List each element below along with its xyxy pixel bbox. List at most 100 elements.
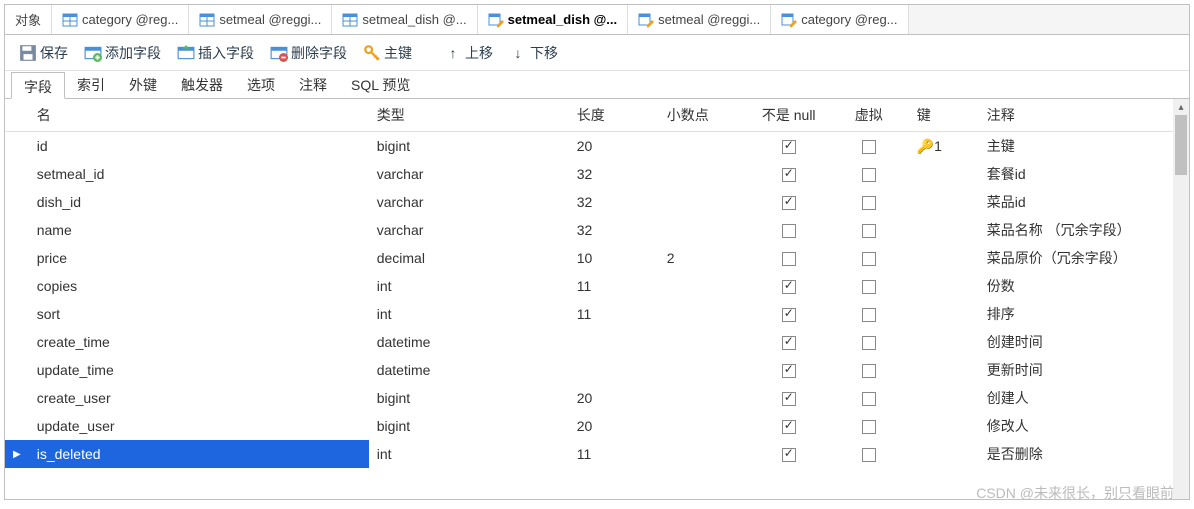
cell-notnull[interactable] — [749, 132, 829, 161]
table-row[interactable]: sortint11 排序 — [5, 300, 1189, 328]
cell-notnull[interactable] — [749, 244, 829, 272]
cell-type[interactable]: bigint — [369, 384, 569, 412]
cell-virtual[interactable] — [829, 216, 909, 244]
cell-name[interactable]: is_deleted — [29, 440, 369, 468]
checkbox[interactable] — [862, 168, 876, 182]
cell-comment[interactable]: 修改人 — [979, 412, 1189, 440]
move-up-button[interactable]: ↑上移 — [438, 40, 499, 66]
designer-tab[interactable]: 字段 — [11, 72, 65, 99]
cell-virtual[interactable] — [829, 356, 909, 384]
cell-length[interactable]: 20 — [569, 412, 659, 440]
cell-comment[interactable]: 创建人 — [979, 384, 1189, 412]
cell-length[interactable]: 11 — [569, 272, 659, 300]
checkbox[interactable] — [862, 392, 876, 406]
cell-length[interactable]: 20 — [569, 384, 659, 412]
checkbox[interactable] — [782, 364, 796, 378]
editor-tab[interactable]: setmeal @reggi... — [189, 5, 332, 34]
cell-decimal[interactable] — [659, 300, 749, 328]
cell-decimal[interactable] — [659, 356, 749, 384]
col-notnull[interactable]: 不是 null — [749, 99, 829, 132]
cell-comment[interactable]: 排序 — [979, 300, 1189, 328]
cell-notnull[interactable] — [749, 188, 829, 216]
cell-key[interactable] — [909, 300, 979, 328]
checkbox[interactable] — [782, 168, 796, 182]
checkbox[interactable] — [862, 308, 876, 322]
cell-virtual[interactable] — [829, 272, 909, 300]
cell-virtual[interactable] — [829, 244, 909, 272]
designer-tab[interactable]: 索引 — [65, 71, 117, 98]
cell-length[interactable]: 32 — [569, 160, 659, 188]
cell-key[interactable] — [909, 328, 979, 356]
cell-comment[interactable]: 菜品名称 （冗余字段） — [979, 216, 1189, 244]
cell-decimal[interactable] — [659, 188, 749, 216]
editor-tab[interactable]: category @reg... — [771, 5, 908, 34]
cell-virtual[interactable] — [829, 328, 909, 356]
editor-tab[interactable]: category @reg... — [52, 5, 189, 34]
cell-name[interactable]: sort — [29, 300, 369, 328]
cell-notnull[interactable] — [749, 272, 829, 300]
cell-length[interactable]: 32 — [569, 216, 659, 244]
cell-length[interactable]: 11 — [569, 440, 659, 468]
cell-virtual[interactable] — [829, 188, 909, 216]
cell-notnull[interactable] — [749, 412, 829, 440]
cell-name[interactable]: copies — [29, 272, 369, 300]
checkbox[interactable] — [862, 420, 876, 434]
checkbox[interactable] — [782, 196, 796, 210]
checkbox[interactable] — [862, 252, 876, 266]
cell-decimal[interactable] — [659, 216, 749, 244]
cell-name[interactable]: create_time — [29, 328, 369, 356]
cell-name[interactable]: name — [29, 216, 369, 244]
cell-name[interactable]: id — [29, 132, 369, 161]
checkbox[interactable] — [862, 140, 876, 154]
checkbox[interactable] — [862, 336, 876, 350]
cell-type[interactable]: bigint — [369, 132, 569, 161]
checkbox[interactable] — [782, 308, 796, 322]
cell-notnull[interactable] — [749, 384, 829, 412]
cell-decimal[interactable] — [659, 272, 749, 300]
cell-comment[interactable]: 份数 — [979, 272, 1189, 300]
cell-key[interactable] — [909, 356, 979, 384]
cell-decimal[interactable] — [659, 440, 749, 468]
designer-tab[interactable]: 注释 — [287, 71, 339, 98]
cell-length[interactable]: 20 — [569, 132, 659, 161]
cell-key[interactable] — [909, 384, 979, 412]
cell-comment[interactable]: 更新时间 — [979, 356, 1189, 384]
cell-type[interactable]: int — [369, 300, 569, 328]
cell-decimal[interactable] — [659, 328, 749, 356]
cell-name[interactable]: update_time — [29, 356, 369, 384]
table-row[interactable]: ▶is_deletedint11是否删除 — [5, 440, 1189, 468]
cell-name[interactable]: setmeal_id — [29, 160, 369, 188]
scroll-thumb[interactable] — [1175, 115, 1187, 175]
primary-key-button[interactable]: 主键 — [357, 40, 418, 66]
designer-tab[interactable]: 选项 — [235, 71, 287, 98]
cell-comment[interactable]: 套餐id — [979, 160, 1189, 188]
cell-key[interactable] — [909, 188, 979, 216]
checkbox[interactable] — [862, 448, 876, 462]
cell-notnull[interactable] — [749, 440, 829, 468]
table-row[interactable]: create_timedatetime创建时间 — [5, 328, 1189, 356]
cell-type[interactable]: int — [369, 440, 569, 468]
cell-name[interactable]: create_user — [29, 384, 369, 412]
cell-key[interactable] — [909, 412, 979, 440]
checkbox[interactable] — [782, 392, 796, 406]
cell-type[interactable]: bigint — [369, 412, 569, 440]
editor-tab[interactable]: setmeal_dish @... — [478, 5, 629, 34]
cell-virtual[interactable] — [829, 440, 909, 468]
designer-tab[interactable]: 外键 — [117, 71, 169, 98]
table-row[interactable]: setmeal_idvarchar32套餐id — [5, 160, 1189, 188]
cell-type[interactable]: decimal — [369, 244, 569, 272]
checkbox[interactable] — [782, 224, 796, 238]
checkbox[interactable] — [782, 420, 796, 434]
cell-virtual[interactable] — [829, 132, 909, 161]
cell-key[interactable] — [909, 244, 979, 272]
cell-type[interactable]: datetime — [369, 356, 569, 384]
vertical-scrollbar[interactable]: ▴ — [1173, 99, 1189, 499]
designer-tab[interactable]: SQL 预览 — [339, 71, 422, 98]
editor-tab[interactable]: setmeal @reggi... — [628, 5, 771, 34]
checkbox[interactable] — [782, 336, 796, 350]
checkbox[interactable] — [782, 140, 796, 154]
cell-virtual[interactable] — [829, 412, 909, 440]
cell-notnull[interactable] — [749, 160, 829, 188]
cell-length[interactable]: 11 — [569, 300, 659, 328]
editor-tab[interactable]: 对象 — [5, 5, 52, 34]
